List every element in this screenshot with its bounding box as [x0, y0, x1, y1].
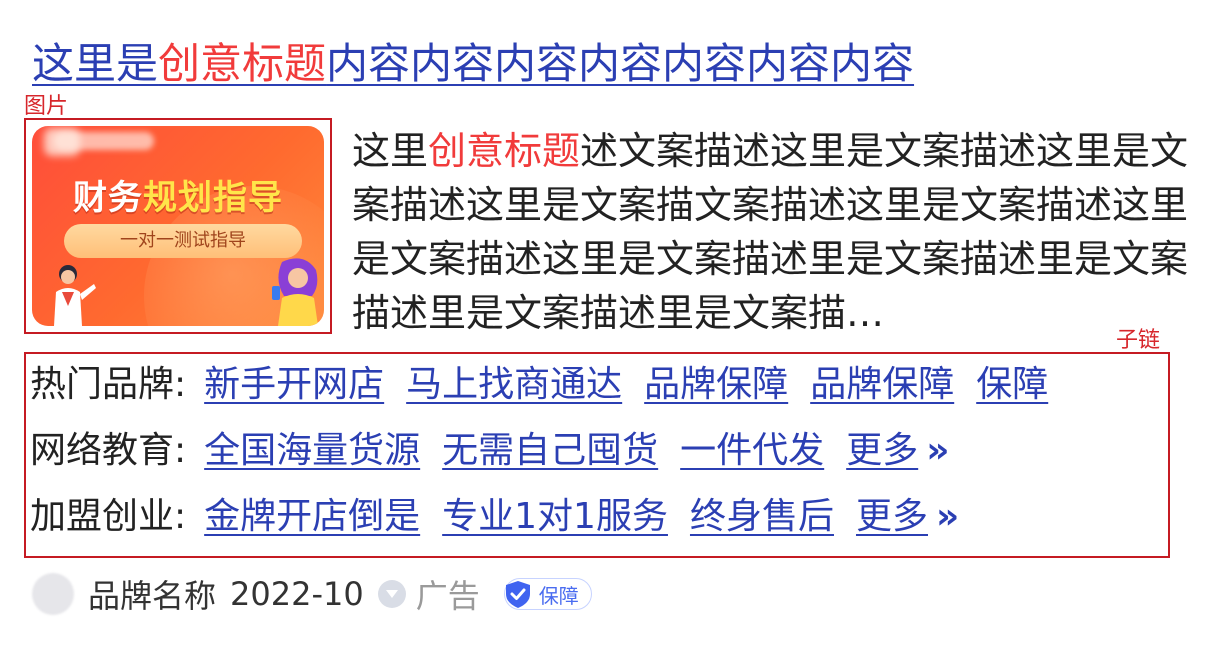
- more-link-label: 更多: [855, 496, 928, 537]
- sublink[interactable]: 品牌保障: [644, 360, 788, 410]
- thumbnail-headline: 财务规划指导: [32, 170, 324, 219]
- image-annotation-frame: 财务规划指导 一对一测试指导: [24, 118, 332, 334]
- ad-label: 广告: [415, 577, 480, 615]
- title-prefix: 这里是: [32, 39, 159, 88]
- woman-illustration-icon: [272, 258, 318, 326]
- sublink[interactable]: 无需自己囤货: [442, 426, 658, 476]
- sublink-row-online-education: 网络教育: 全国海量货源 无需自己囤货 一件代发 更多»: [30, 426, 949, 476]
- sublink[interactable]: 新手开网店: [204, 360, 384, 410]
- image-annotation-label: 图片: [24, 94, 69, 119]
- desc-highlight: 创意标题: [428, 129, 581, 173]
- title-highlight: 创意标题: [158, 39, 327, 88]
- sublink[interactable]: 品牌保障: [810, 360, 954, 410]
- sublink-row-label: 热门品牌:: [30, 364, 187, 405]
- ad-thumbnail-image[interactable]: 财务规划指导 一对一测试指导: [32, 126, 324, 326]
- more-link[interactable]: 更多»: [846, 426, 949, 476]
- sublink[interactable]: 金牌开店倒是: [204, 492, 420, 542]
- sublink[interactable]: 一件代发: [680, 426, 824, 476]
- guarantee-badge[interactable]: 保障: [503, 578, 592, 610]
- brand-avatar: [32, 573, 74, 615]
- shield-check-icon: [505, 581, 530, 608]
- more-link-label: 更多: [846, 430, 919, 471]
- man-illustration-icon: [54, 265, 96, 326]
- ad-footer: 品牌名称 2022-10 广告 保障: [32, 570, 592, 618]
- title-suffix: 内容内容内容内容内容内容内容: [326, 39, 915, 88]
- sublink[interactable]: 专业1对1服务: [442, 492, 668, 542]
- blurred-logo-mark: [44, 128, 80, 156]
- guarantee-badge-label: 保障: [538, 583, 579, 608]
- headline-yellow: 规划指导: [143, 178, 283, 218]
- sublink-row-label: 加盟创业:: [30, 496, 187, 537]
- sublink-row-franchise: 加盟创业: 金牌开店倒是 专业1对1服务 终身售后 更多»: [30, 492, 959, 542]
- ad-description: 这里创意标题述文案描述这里是文案描述这里是文案描述这里是文案描文案描述这里是文案…: [352, 124, 1202, 340]
- chevron-down-circle-icon[interactable]: [377, 580, 406, 608]
- sublink[interactable]: 全国海量货源: [204, 426, 420, 476]
- sublink-row-hot-brands: 热门品牌: 新手开网店 马上找商通达 品牌保障 品牌保障 保障: [30, 360, 1048, 410]
- brand-name[interactable]: 品牌名称: [88, 571, 216, 617]
- desc-prefix: 这里: [352, 129, 429, 173]
- sublink[interactable]: 保障: [976, 360, 1048, 410]
- double-chevron-right-icon: »: [936, 496, 960, 537]
- ad-title-link[interactable]: 这里是创意标题内容内容内容内容内容内容内容: [32, 38, 914, 90]
- double-chevron-right-icon: »: [926, 430, 950, 471]
- more-link[interactable]: 更多»: [856, 492, 959, 542]
- sublinks-annotation-label: 子链: [1116, 328, 1161, 353]
- sublink[interactable]: 马上找商通达: [406, 360, 622, 410]
- sublink[interactable]: 终身售后: [690, 492, 834, 542]
- publish-date: 2022-10: [230, 575, 364, 613]
- sublink-row-label: 网络教育:: [30, 430, 187, 471]
- thumbnail-pill: 一对一测试指导: [64, 224, 302, 258]
- headline-white: 财务: [73, 178, 143, 218]
